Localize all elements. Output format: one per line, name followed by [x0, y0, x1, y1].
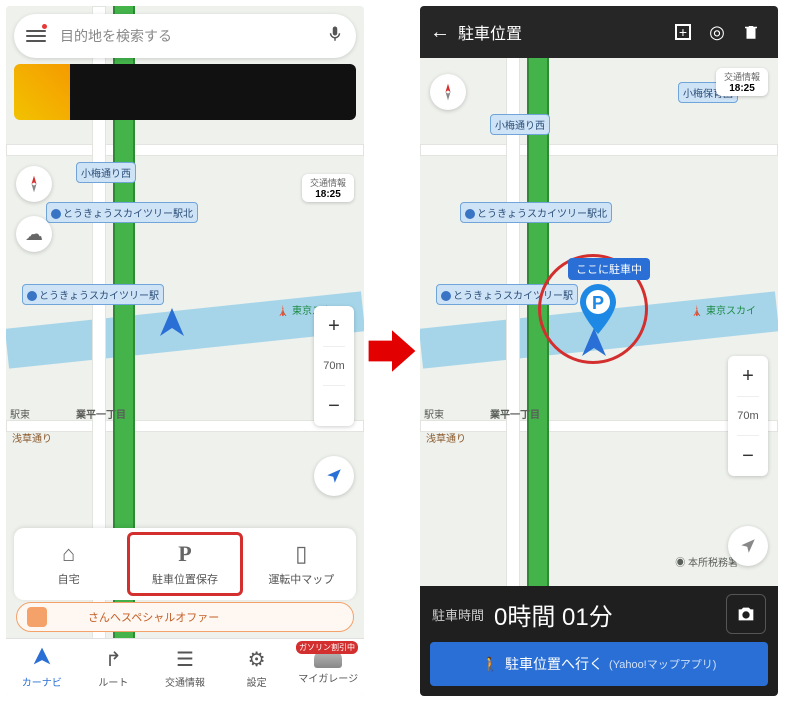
home-icon: ⌂: [62, 541, 75, 567]
station-skytree: とうきょうスカイツリー駅: [22, 284, 164, 305]
navigate-icon: [32, 646, 52, 672]
station-skytree-north: とうきょうスカイツリー駅北: [46, 202, 198, 223]
parking-time-label: 駐車時間: [432, 605, 484, 624]
svg-text:P: P: [592, 293, 604, 313]
screen-after: とうきょうスカイツリー駅北 とうきょうスカイツリー駅 小梅通り西 小梅保育園 🗼…: [420, 6, 778, 696]
tab-settings[interactable]: ⚙設定: [221, 639, 293, 696]
station-skytree-north: とうきょうスカイツリー駅北: [460, 202, 612, 223]
traffic-chip[interactable]: 交通情報 18:25: [302, 174, 354, 202]
recenter-button[interactable]: [728, 526, 768, 566]
zoom-out-button[interactable]: −: [742, 436, 754, 476]
compass-button[interactable]: [16, 166, 52, 202]
route-icon: ↱: [105, 647, 122, 672]
quick-drive-map[interactable]: ▯ 運転中マップ: [247, 528, 356, 600]
ad-banner[interactable]: [14, 64, 356, 120]
menu-icon[interactable]: [26, 30, 46, 42]
label-koume-w: 小梅通り西: [76, 162, 136, 183]
tab-route[interactable]: ↱ルート: [78, 639, 150, 696]
parking-time-value: 0時間 01分: [494, 597, 716, 632]
recenter-button[interactable]: [314, 456, 354, 496]
traffic-icon: ☰: [176, 647, 194, 672]
search-bar[interactable]: 目的地を検索する: [14, 14, 356, 58]
zoom-scale: 70m: [323, 346, 344, 386]
parking-tooltip: ここに駐車中: [568, 258, 650, 280]
label-east: 駅東: [424, 406, 444, 421]
tab-carnavi[interactable]: カーナビ: [6, 639, 78, 696]
quick-action-row: ⌂ 自宅 P 駐車位置保存 ▯ 運転中マップ: [14, 528, 356, 600]
add-button[interactable]: [666, 15, 700, 49]
label-narihira: 業平一丁目: [490, 406, 540, 421]
tab-traffic[interactable]: ☰交通情報: [149, 639, 221, 696]
parking-panel: 駐車時間 0時間 01分 🚶 駐車位置へ行く (Yahoo!マップアプリ): [420, 586, 778, 696]
current-location-marker: [154, 306, 190, 342]
mic-icon[interactable]: [326, 25, 344, 48]
zoom-in-button[interactable]: +: [328, 306, 340, 346]
zoom-control: + 70m −: [728, 356, 768, 476]
target-button[interactable]: ◎: [700, 15, 734, 49]
gear-icon: ⚙: [248, 647, 266, 672]
navigate-to-parking-button[interactable]: 🚶 駐車位置へ行く (Yahoo!マップアプリ): [430, 642, 768, 686]
transition-arrow: [364, 325, 420, 377]
weather-button[interactable]: ☁: [16, 216, 52, 252]
parking-pin[interactable]: P: [578, 284, 618, 334]
parking-icon: P: [178, 541, 191, 567]
quick-save-parking[interactable]: P 駐車位置保存: [127, 532, 242, 596]
screen-before: とうきょうスカイツリー駅北 とうきょうスカイツリー駅 小梅通り西 🗼 東京スカイ…: [6, 6, 364, 696]
label-asakusa: 浅草通り: [426, 430, 466, 445]
label-koume-w: 小梅通り西: [490, 114, 550, 135]
search-placeholder: 目的地を検索する: [60, 26, 326, 46]
map-icon: ▯: [295, 541, 307, 567]
bottom-tab-bar: カーナビ ↱ルート ☰交通情報 ⚙設定 ガソリン割引中 マイガレージ: [6, 638, 364, 696]
zoom-scale: 70m: [737, 396, 758, 436]
appbar-title: 駐車位置: [458, 20, 666, 44]
walk-icon: 🚶: [482, 656, 499, 673]
compass-button[interactable]: [430, 74, 466, 110]
zoom-control: + 70m −: [314, 306, 354, 426]
traffic-chip[interactable]: 交通情報 18:25: [716, 68, 768, 96]
label-east: 駅東: [10, 406, 30, 421]
gift-icon: [27, 607, 47, 627]
label-taxoffice: ◉ 本所税務署: [675, 554, 738, 569]
poi-skytree: 🗼 東京スカイ: [691, 302, 756, 317]
delete-button[interactable]: [734, 15, 768, 49]
app-bar: ← 駐車位置 ◎: [420, 6, 778, 58]
special-offer-bar[interactable]: さんへスペシャルオファー: [16, 602, 354, 632]
label-asakusa: 浅草通り: [12, 430, 52, 445]
tab-garage[interactable]: ガソリン割引中 マイガレージ: [292, 639, 364, 696]
quick-home[interactable]: ⌂ 自宅: [14, 528, 123, 600]
zoom-in-button[interactable]: +: [742, 356, 754, 396]
zoom-out-button[interactable]: −: [328, 386, 340, 426]
label-narihira: 業平一丁目: [76, 406, 126, 421]
camera-button[interactable]: [726, 594, 766, 634]
discount-badge: ガソリン割引中: [296, 641, 358, 654]
back-button[interactable]: ←: [430, 21, 458, 44]
